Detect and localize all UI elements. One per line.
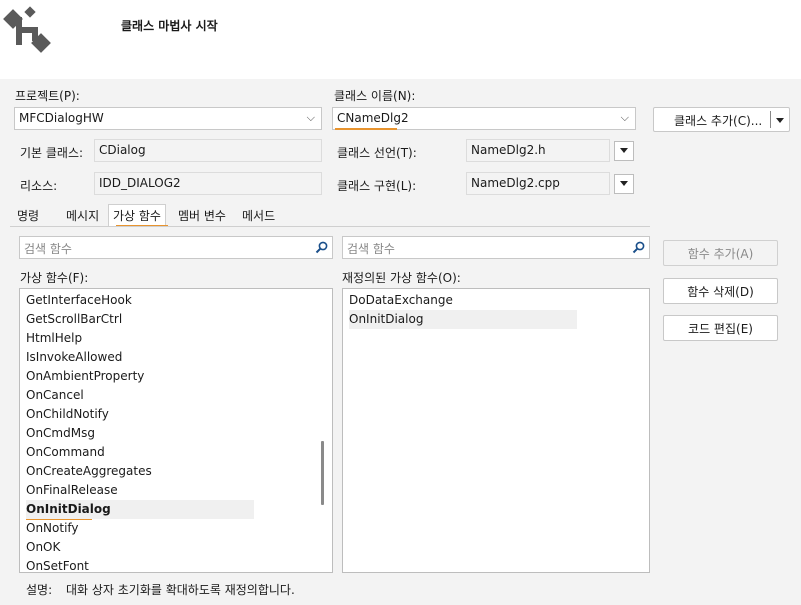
- search-icon: [315, 241, 328, 254]
- base-class-label: 기본 클래스:: [20, 146, 84, 160]
- list-item[interactable]: OnCreateAggregates: [26, 462, 152, 481]
- tab-methods[interactable]: 메서드: [238, 206, 279, 226]
- virtual-functions-label: 가상 함수(F):: [20, 271, 89, 285]
- delete-function-button[interactable]: 함수 삭제(D): [663, 278, 778, 304]
- search-placeholder: 검색 함수: [347, 242, 395, 256]
- list-item[interactable]: OnCancel: [26, 386, 84, 405]
- split-divider: [770, 111, 771, 128]
- list-item[interactable]: OnSetFont: [26, 557, 89, 576]
- class-wizard-logo-icon: [3, 6, 51, 53]
- list-item[interactable]: GetScrollBarCtrl: [26, 310, 122, 329]
- dropdown-arrow-icon: [620, 181, 628, 186]
- class-declaration-value: NameDlg2.h: [471, 143, 546, 157]
- search-icon: [632, 241, 645, 254]
- class-declaration-label: 클래스 선언(T):: [337, 146, 417, 160]
- list-item[interactable]: OnNotify: [26, 519, 79, 538]
- search-virtual-functions-input[interactable]: 검색 함수: [19, 236, 333, 259]
- virtual-functions-list[interactable]: GetInterfaceHook GetScrollBarCtrl HtmlHelp…: [19, 288, 333, 573]
- chevron-down-icon: ⌵: [620, 111, 629, 124]
- add-function-button[interactable]: 함수 추가(A): [663, 240, 778, 266]
- class-name-combo[interactable]: CNameDlg2 ⌵: [332, 107, 636, 130]
- list-item[interactable]: DoDataExchange: [349, 291, 453, 310]
- wizard-header: 클래스 마법사 시작: [0, 0, 801, 79]
- list-item[interactable]: OnOK: [26, 538, 60, 557]
- resource-value: IDD_DIALOG2: [99, 176, 181, 190]
- list-item[interactable]: OnChildNotify: [26, 405, 109, 424]
- project-label: 프로젝트(P):: [15, 89, 80, 103]
- project-value: MFCDialogHW: [19, 111, 104, 125]
- list-item[interactable]: OnInitDialog: [349, 310, 577, 329]
- class-name-label: 클래스 이름(N):: [334, 89, 416, 103]
- class-implementation-field: NameDlg2.cpp: [466, 172, 610, 195]
- base-class-value: CDialog: [99, 143, 146, 157]
- tab-commands[interactable]: 명령: [13, 206, 43, 226]
- class-declaration-dropdown[interactable]: [614, 141, 634, 161]
- description: 설명: 대화 상자 초기화를 확대하도록 재정의합니다.: [26, 581, 295, 598]
- list-item[interactable]: GetInterfaceHook: [26, 291, 132, 310]
- list-item[interactable]: OnAmbientProperty: [26, 367, 144, 386]
- list-item[interactable]: OnInitDialog: [26, 500, 254, 519]
- list-item[interactable]: IsInvokeAllowed: [26, 348, 122, 367]
- search-placeholder: 검색 함수: [24, 242, 72, 256]
- resource-field: IDD_DIALOG2: [94, 172, 322, 195]
- add-class-button-label: 클래스 추가(C)...: [674, 114, 763, 128]
- tab-member-variables[interactable]: 멤버 변수: [174, 206, 230, 226]
- class-declaration-field: NameDlg2.h: [466, 139, 610, 162]
- list-item[interactable]: OnFinalRelease: [26, 481, 118, 500]
- class-implementation-label: 클래스 구현(L):: [337, 179, 417, 193]
- tab-messages[interactable]: 메시지: [62, 206, 103, 226]
- class-implementation-value: NameDlg2.cpp: [471, 176, 560, 190]
- tab-virtual-functions[interactable]: 가상 함수: [108, 204, 166, 227]
- wizard-title: 클래스 마법사 시작: [121, 19, 218, 33]
- base-class-field: CDialog: [94, 139, 322, 162]
- project-combo[interactable]: MFCDialogHW ⌵: [14, 107, 322, 130]
- overridden-functions-list[interactable]: DoDataExchange OnInitDialog: [342, 288, 650, 573]
- add-class-button[interactable]: 클래스 추가(C)...: [653, 107, 790, 132]
- list-item[interactable]: HtmlHelp: [26, 329, 82, 348]
- edit-code-button[interactable]: 코드 편집(E): [663, 315, 778, 341]
- tab-divider: [10, 226, 650, 227]
- dropdown-arrow-icon: [620, 148, 628, 153]
- list-scrollbar-thumb[interactable]: [321, 441, 324, 505]
- description-label: 설명:: [26, 583, 53, 597]
- overridden-functions-label: 재정의된 가상 함수(O):: [342, 271, 461, 285]
- class-name-highlight: [335, 128, 397, 130]
- class-name-value: CNameDlg2: [337, 111, 409, 125]
- dropdown-arrow-icon[interactable]: [776, 118, 784, 123]
- resource-label: 리소스:: [20, 179, 58, 193]
- list-item[interactable]: OnCommand: [26, 443, 105, 462]
- chevron-down-icon: ⌵: [306, 111, 315, 124]
- list-item[interactable]: OnCmdMsg: [26, 424, 95, 443]
- description-text: 대화 상자 초기화를 확대하도록 재정의합니다.: [65, 583, 295, 597]
- search-overridden-functions-input[interactable]: 검색 함수: [342, 236, 650, 259]
- class-implementation-dropdown[interactable]: [614, 174, 634, 194]
